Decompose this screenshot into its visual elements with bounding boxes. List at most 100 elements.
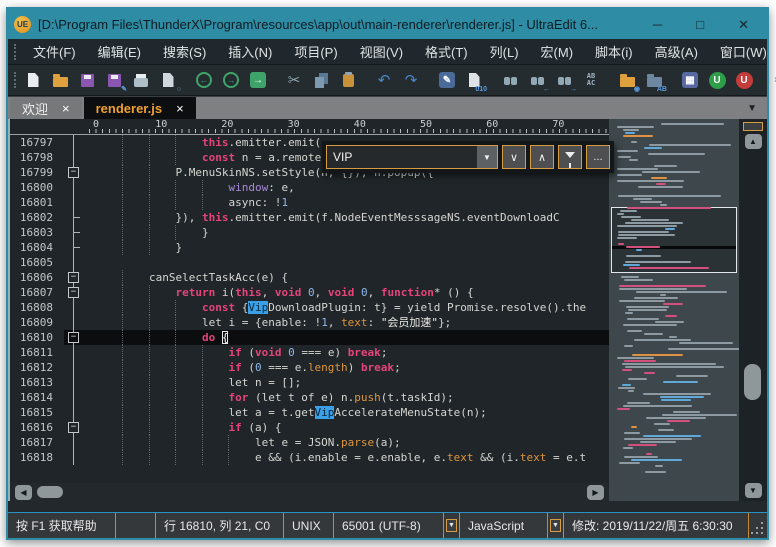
minimize-button[interactable]: ─: [653, 18, 662, 31]
code-text[interactable]: let i = {enable: !1, text: "会员加速"};: [84, 315, 609, 330]
fold-column[interactable]: [64, 315, 84, 330]
fold-marker-icon[interactable]: −: [68, 272, 79, 283]
encoding-dropdown-icon[interactable]: ▼: [446, 519, 457, 532]
horizontal-scrollbar[interactable]: ◀ ▶: [10, 483, 609, 501]
code-text[interactable]: }: [84, 225, 609, 240]
code-line-16808[interactable]: 16808 const {VipDownloadPlugin: t} = yie…: [10, 300, 609, 315]
fold-column[interactable]: −: [64, 420, 84, 435]
settings-icon[interactable]: ⚙: [769, 69, 776, 91]
code-text[interactable]: let e = JSON.parse(a);: [84, 435, 609, 450]
paste-icon[interactable]: [337, 69, 359, 91]
ultraftp-icon[interactable]: U: [733, 69, 755, 91]
code-line-16802[interactable]: 16802 }), this.emitter.emit(f.NodeEventM…: [10, 210, 609, 225]
fold-column[interactable]: −: [64, 165, 84, 180]
menu-item-1[interactable]: 文件(F): [22, 38, 87, 65]
code-line-16807[interactable]: 16807− return i(this, void 0, void 0, fu…: [10, 285, 609, 300]
open-file-icon[interactable]: [49, 69, 71, 91]
menu-item-9[interactable]: 宏(M): [530, 38, 585, 65]
save-as-icon[interactable]: ✎: [103, 69, 125, 91]
menu-item-11[interactable]: 高级(A): [644, 38, 709, 65]
fold-column[interactable]: −: [64, 330, 84, 345]
code-line-16816[interactable]: 16816− if (a) {: [10, 420, 609, 435]
fold-marker-icon[interactable]: −: [68, 332, 79, 343]
fold-column[interactable]: [64, 180, 84, 195]
code-line-16803[interactable]: 16803 }: [10, 225, 609, 240]
undo-icon[interactable]: ↶: [373, 69, 395, 91]
vertical-scrollbar[interactable]: ▲ ▼: [739, 119, 767, 501]
new-file-icon[interactable]: [22, 69, 44, 91]
find-prev-icon[interactable]: ←: [526, 69, 548, 91]
find-next-button[interactable]: ∨: [502, 145, 526, 169]
code-text[interactable]: for (let t of e) n.push(t.taskId);: [84, 390, 609, 405]
back-icon[interactable]: ←: [193, 69, 215, 91]
code-text[interactable]: e && (i.enable = e.enable, e.text && (i.…: [84, 450, 609, 465]
code-text[interactable]: [84, 255, 609, 270]
tab-1[interactable]: 欢迎×: [10, 97, 82, 119]
code-text[interactable]: let n = [];: [84, 375, 609, 390]
code-text[interactable]: return i(this, void 0, void 0, function*…: [84, 285, 609, 300]
menu-item-10[interactable]: 脚本(i): [584, 38, 644, 65]
menu-item-2[interactable]: 编辑(E): [87, 38, 152, 65]
code-text[interactable]: if (0 === e.length) break;: [84, 360, 609, 375]
code-line-16817[interactable]: 16817 let e = JSON.parse(a);: [10, 435, 609, 450]
fold-column[interactable]: −: [64, 285, 84, 300]
status-language[interactable]: JavaScript: [460, 513, 548, 538]
column-mode-icon[interactable]: ✎: [436, 69, 458, 91]
find-icon[interactable]: [499, 69, 521, 91]
fold-marker-icon[interactable]: −: [68, 167, 79, 178]
fold-column[interactable]: [64, 150, 84, 165]
scroll-up-icon[interactable]: ▲: [745, 134, 762, 149]
fold-column[interactable]: [64, 450, 84, 465]
goto-icon[interactable]: →: [247, 69, 269, 91]
vertical-scroll-track[interactable]: [739, 149, 767, 483]
fold-column[interactable]: [64, 375, 84, 390]
print-icon[interactable]: [130, 69, 152, 91]
fold-marker-icon[interactable]: −: [68, 422, 79, 433]
menu-item-7[interactable]: 格式(T): [414, 38, 479, 65]
code-editor[interactable]: 16797 this.emitter.emit(16798 const n = …: [10, 135, 609, 483]
scroll-right-icon[interactable]: ▶: [587, 485, 604, 500]
scrollbar-top-button[interactable]: [743, 122, 763, 131]
find-next-icon[interactable]: →: [553, 69, 575, 91]
code-text[interactable]: if (void 0 === e) break;: [84, 345, 609, 360]
maximize-button[interactable]: □: [696, 18, 704, 31]
code-line-16810[interactable]: 16810− do {: [10, 330, 609, 345]
cut-icon[interactable]: ✂: [283, 69, 305, 91]
fold-column[interactable]: [64, 195, 84, 210]
menu-item-4[interactable]: 插入(N): [217, 38, 283, 65]
save-icon[interactable]: [76, 69, 98, 91]
forward-icon[interactable]: →: [220, 69, 242, 91]
vertical-scroll-thumb[interactable]: [744, 364, 761, 400]
scroll-down-icon[interactable]: ▼: [745, 483, 762, 498]
search-input[interactable]: VIP ▼: [326, 145, 498, 169]
redo-icon[interactable]: ↷: [400, 69, 422, 91]
menu-item-12[interactable]: 窗口(W): [709, 38, 776, 65]
code-text[interactable]: }: [84, 240, 609, 255]
resize-grip[interactable]: [749, 513, 767, 538]
code-line-16815[interactable]: 16815 let a = t.getVipAccelerateMenuStat…: [10, 405, 609, 420]
fold-marker-icon[interactable]: −: [68, 287, 79, 298]
code-text[interactable]: let a = t.getVipAccelerateMenuState(n);: [84, 405, 609, 420]
search-value[interactable]: VIP: [327, 150, 477, 164]
hex-edit-icon[interactable]: 010: [463, 69, 485, 91]
fold-column[interactable]: [64, 300, 84, 315]
menu-item-3[interactable]: 搜索(S): [152, 38, 217, 65]
code-line-16804[interactable]: 16804 }: [10, 240, 609, 255]
code-line-16812[interactable]: 16812 if (0 === e.length) break;: [10, 360, 609, 375]
menu-grip[interactable]: [14, 44, 16, 60]
fold-column[interactable]: [64, 225, 84, 240]
fold-column[interactable]: [64, 135, 84, 150]
fold-column[interactable]: [64, 240, 84, 255]
code-line-16811[interactable]: 16811 if (void 0 === e) break;: [10, 345, 609, 360]
document-list-dropdown-icon[interactable]: ▼: [747, 103, 757, 114]
code-line-16805[interactable]: 16805: [10, 255, 609, 270]
code-text[interactable]: const {VipDownloadPlugin: t} = yield Pro…: [84, 300, 609, 315]
fold-column[interactable]: [64, 210, 84, 225]
code-text[interactable]: async: !1: [84, 195, 609, 210]
tab-2[interactable]: renderer.js×: [84, 97, 196, 119]
status-caret-position[interactable]: 行 16810, 列 21, C0: [156, 513, 284, 538]
code-line-16814[interactable]: 16814 for (let t of e) n.push(t.taskId);: [10, 390, 609, 405]
code-line-16813[interactable]: 16813 let n = [];: [10, 375, 609, 390]
find-prev-button[interactable]: ∧: [530, 145, 554, 169]
ultrafinder-icon[interactable]: U: [706, 69, 728, 91]
